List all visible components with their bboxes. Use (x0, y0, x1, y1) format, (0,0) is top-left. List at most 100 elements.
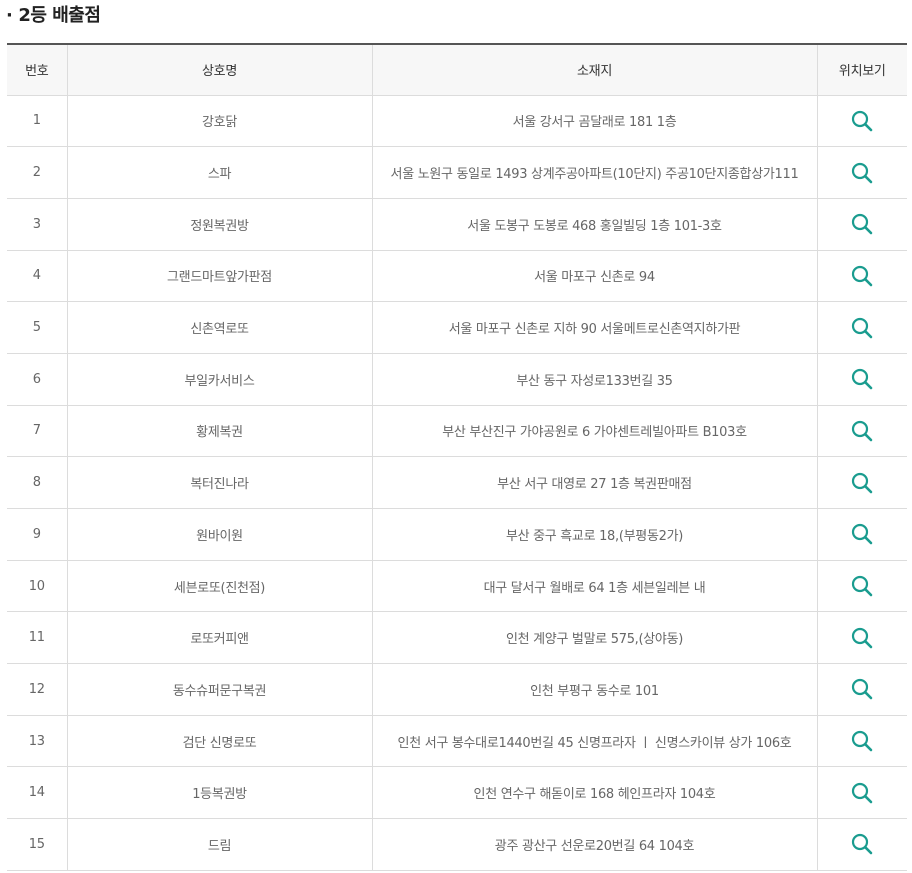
column-header-store-name: 상호명 (66, 43, 372, 96)
store-name: 원바이원 (66, 508, 372, 561)
section-title: · 2등 배출점 (6, 3, 101, 29)
table-row: 8 복터진나라 부산 서구 대영로 27 1층 복권판매점 (7, 456, 907, 509)
search-icon (852, 782, 873, 804)
search-icon (852, 110, 873, 132)
table-row: 12 동수슈퍼문구복권 인천 부평구 동수로 101 (7, 663, 907, 716)
view-location-button[interactable] (849, 160, 875, 186)
view-location-button[interactable] (849, 418, 875, 444)
search-icon (852, 679, 873, 700)
search-icon (852, 472, 873, 493)
store-name: 부일카서비스 (66, 353, 372, 406)
view-location-button[interactable] (849, 573, 875, 599)
location-cell (816, 146, 907, 199)
table-body: 1 강호닭 서울 강서구 곰달래로 181 1층 2 스파 서울 노원구 동일로… (7, 95, 907, 871)
view-location-button[interactable] (849, 315, 875, 341)
store-name: 스파 (66, 146, 372, 199)
column-header-location: 위치보기 (816, 43, 907, 96)
store-address: 부산 부산진구 가야공원로 6 가야센트레빌아파트 B103호 (371, 405, 817, 458)
location-cell (816, 198, 907, 251)
view-location-button[interactable] (849, 366, 875, 392)
row-number: 14 (7, 766, 67, 820)
view-location-button[interactable] (849, 521, 875, 547)
table-row: 11 로또커피앤 인천 계양구 벌말로 575,(상야동) (7, 611, 907, 665)
location-cell (816, 766, 907, 820)
store-name: 검단 신명로또 (66, 715, 372, 768)
row-number: 13 (7, 715, 67, 768)
location-cell (816, 611, 907, 665)
location-cell (816, 353, 907, 406)
location-cell (816, 508, 907, 561)
view-location-button[interactable] (849, 211, 875, 237)
table-row: 6 부일카서비스 부산 동구 자성로133번길 35 (7, 353, 907, 406)
search-icon (852, 162, 873, 183)
store-name: 1등복권방 (66, 766, 372, 820)
location-cell (816, 663, 907, 716)
title-bullet: · (6, 5, 13, 26)
store-address: 서울 강서구 곰달래로 181 1층 (371, 95, 817, 148)
location-cell (816, 250, 907, 303)
section-title-text: 2등 배출점 (18, 5, 101, 26)
row-number: 8 (7, 456, 67, 509)
store-address: 서울 노원구 동일로 1493 상계주공아파트(10단지) 주공10단지종합상가… (371, 146, 817, 199)
store-address: 부산 동구 자성로133번길 35 (371, 353, 817, 406)
store-address: 서울 마포구 신촌로 94 (371, 250, 817, 303)
store-address: 인천 부평구 동수로 101 (371, 663, 817, 716)
store-address: 서울 도봉구 도봉로 468 홍일빌딩 1층 101-3호 (371, 198, 817, 251)
location-cell (816, 818, 907, 871)
table-row: 13 검단 신명로또 인천 서구 봉수대로1440번길 45 신명프라자 ㅣ 신… (7, 715, 907, 768)
row-number: 10 (7, 560, 67, 613)
view-location-button[interactable] (849, 728, 875, 754)
row-number: 15 (7, 818, 67, 871)
store-name: 황제복권 (66, 405, 372, 458)
table-header-row: 번호 상호명 소재지 위치보기 (7, 43, 907, 96)
view-location-button[interactable] (849, 625, 875, 651)
row-number: 4 (7, 250, 67, 303)
location-cell (816, 405, 907, 458)
search-icon (852, 265, 873, 287)
table-row: 9 원바이원 부산 중구 흑교로 18,(부평동2가) (7, 508, 907, 561)
view-location-button[interactable] (849, 676, 875, 702)
view-location-button[interactable] (849, 831, 875, 857)
column-header-address: 소재지 (371, 43, 817, 96)
store-name: 로또커피앤 (66, 611, 372, 665)
table-row: 2 스파 서울 노원구 동일로 1493 상계주공아파트(10단지) 주공10단… (7, 146, 907, 199)
location-cell (816, 560, 907, 613)
store-name: 동수슈퍼문구복권 (66, 663, 372, 716)
view-location-button[interactable] (849, 108, 875, 134)
view-location-button[interactable] (849, 470, 875, 496)
store-address: 인천 서구 봉수대로1440번길 45 신명프라자 ㅣ 신명스카이뷰 상가 10… (371, 715, 817, 768)
store-address: 광주 광산구 선운로20번길 64 104호 (371, 818, 817, 871)
table-row: 7 황제복권 부산 부산진구 가야공원로 6 가야센트레빌아파트 B103호 (7, 405, 907, 458)
row-number: 11 (7, 611, 67, 665)
view-location-button[interactable] (849, 263, 875, 289)
row-number: 5 (7, 301, 67, 354)
row-number: 9 (7, 508, 67, 561)
store-name: 드림 (66, 818, 372, 871)
store-name: 복터진나라 (66, 456, 372, 509)
view-location-button[interactable] (849, 780, 875, 806)
search-icon (852, 524, 873, 545)
search-icon (852, 627, 873, 649)
search-icon (852, 834, 873, 855)
store-address: 인천 연수구 해돋이로 168 헤인프라자 104호 (371, 766, 817, 820)
search-icon (852, 369, 873, 390)
location-cell (816, 456, 907, 509)
search-icon (852, 214, 873, 235)
column-header-number: 번호 (7, 43, 67, 96)
table-row: 14 1등복권방 인천 연수구 해돋이로 168 헤인프라자 104호 (7, 766, 907, 820)
table-row: 10 세븐로또(진천점) 대구 달서구 월배로 64 1층 세븐일레븐 내 (7, 560, 907, 613)
store-name: 강호닭 (66, 95, 372, 148)
store-name: 정원복권방 (66, 198, 372, 251)
search-icon (852, 420, 873, 442)
store-name: 세븐로또(진천점) (66, 560, 372, 613)
store-address: 인천 계양구 벌말로 575,(상야동) (371, 611, 817, 665)
table-row: 4 그랜드마트앞가판점 서울 마포구 신촌로 94 (7, 250, 907, 303)
location-cell (816, 95, 907, 148)
store-address: 서울 마포구 신촌로 지하 90 서울메트로신촌역지하가판 (371, 301, 817, 354)
table-header: 번호 상호명 소재지 위치보기 (7, 43, 907, 96)
table-row: 3 정원복권방 서울 도봉구 도봉로 468 홍일빌딩 1층 101-3호 (7, 198, 907, 251)
row-number: 2 (7, 146, 67, 199)
search-icon (852, 575, 873, 597)
row-number: 6 (7, 353, 67, 406)
table-row: 5 신촌역로또 서울 마포구 신촌로 지하 90 서울메트로신촌역지하가판 (7, 301, 907, 354)
